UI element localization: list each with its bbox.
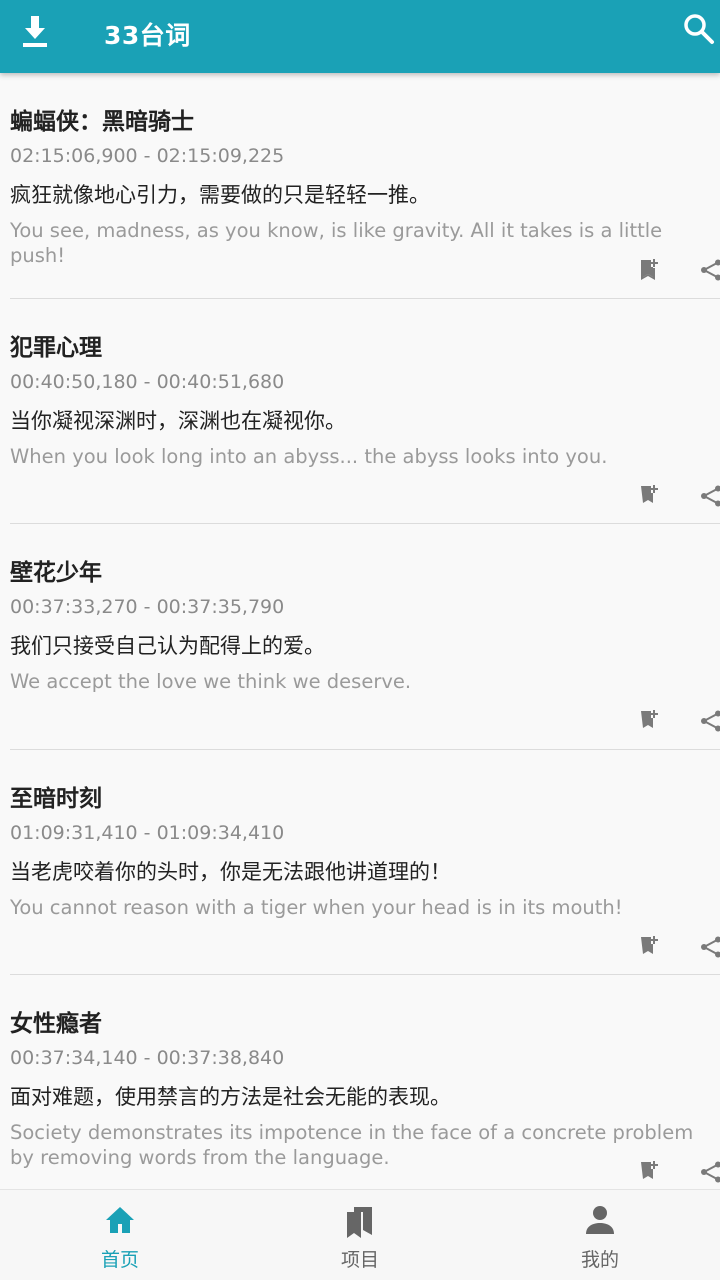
quote-card[interactable]: 女性瘾者 00:37:34,140 - 00:37:38,840 面对难题，使用…: [10, 975, 720, 1189]
quote-list[interactable]: 蝙蝠侠：黑暗骑士 02:15:06,900 - 02:15:09,225 疯狂就…: [0, 73, 720, 1189]
quote-english: We accept the love we think we deserve.: [10, 670, 412, 693]
download-icon[interactable]: [20, 14, 50, 50]
quote-english: Society demonstrates its impotence in th…: [10, 1121, 694, 1169]
tab-home-label: 首页: [100, 1249, 139, 1271]
bookmark-add-icon[interactable]: [638, 709, 660, 731]
quote-card[interactable]: 蝙蝠侠：黑暗骑士 02:15:06,900 - 02:15:09,225 疯狂就…: [10, 73, 720, 299]
share-icon[interactable]: [699, 935, 720, 959]
quote-chinese: 我们只接受自己认为配得上的爱。: [10, 634, 325, 658]
share-icon[interactable]: [699, 709, 720, 733]
tab-home[interactable]: 首页: [0, 1190, 240, 1280]
bookmarks-icon: [347, 1207, 372, 1238]
page-title: 33台词: [104, 21, 191, 50]
share-icon[interactable]: [699, 1160, 720, 1184]
quote-card[interactable]: 至暗时刻 01:09:31,410 - 01:09:34,410 当老虎咬着你的…: [10, 750, 720, 975]
quote-english: When you look long into an abyss... the …: [10, 444, 608, 468]
timestamp: 00:37:33,270 - 00:37:35,790: [10, 596, 285, 618]
quote-english: You cannot reason with a tiger when your…: [10, 895, 623, 919]
quote-chinese: 面对难题，使用禁言的方法是社会无能的表现。: [10, 1085, 451, 1109]
timestamp: 02:15:06,900 - 02:15:09,225: [10, 145, 285, 167]
tab-projects[interactable]: 项目: [240, 1190, 480, 1280]
app-bar: 33台词: [0, 0, 720, 73]
share-icon[interactable]: [699, 484, 720, 508]
tab-mine[interactable]: 我的: [480, 1190, 720, 1280]
timestamp: 00:37:34,140 - 00:37:38,840: [10, 1047, 285, 1069]
bookmark-add-icon[interactable]: [638, 935, 660, 957]
bookmark-add-icon[interactable]: [638, 1160, 660, 1182]
bottom-nav: 首页 项目 我的: [0, 1189, 720, 1280]
movie-title: 女性瘾者: [10, 1011, 102, 1037]
tab-projects-label: 项目: [340, 1249, 379, 1271]
quote-chinese: 疯狂就像地心引力，需要做的只是轻轻一推。: [10, 183, 430, 207]
share-icon[interactable]: [699, 258, 720, 282]
tab-mine-label: 我的: [580, 1249, 619, 1271]
bookmark-add-icon[interactable]: [638, 258, 660, 280]
quote-english: You see, madness, as you know, is like g…: [10, 219, 663, 267]
search-icon[interactable]: [682, 12, 716, 46]
quote-card[interactable]: 壁花少年 00:37:33,270 - 00:37:35,790 我们只接受自己…: [10, 524, 720, 750]
quote-chinese: 当你凝视深渊时，深渊也在凝视你。: [10, 408, 346, 433]
movie-title: 壁花少年: [10, 560, 102, 586]
home-icon: [106, 1207, 134, 1233]
movie-title: 犯罪心理: [10, 334, 102, 361]
timestamp: 00:40:50,180 - 00:40:51,680: [10, 370, 285, 393]
quote-card[interactable]: 犯罪心理 00:40:50,180 - 00:40:51,680 当你凝视深渊时…: [10, 299, 720, 524]
movie-title: 至暗时刻: [10, 785, 102, 812]
person-icon: [586, 1206, 614, 1234]
bookmark-add-icon[interactable]: [638, 484, 660, 506]
quote-chinese: 当老虎咬着你的头时，你是无法跟他讲道理的！: [10, 859, 451, 884]
movie-title: 蝙蝠侠：黑暗骑士: [10, 109, 194, 135]
timestamp: 01:09:31,410 - 01:09:34,410: [10, 821, 285, 844]
